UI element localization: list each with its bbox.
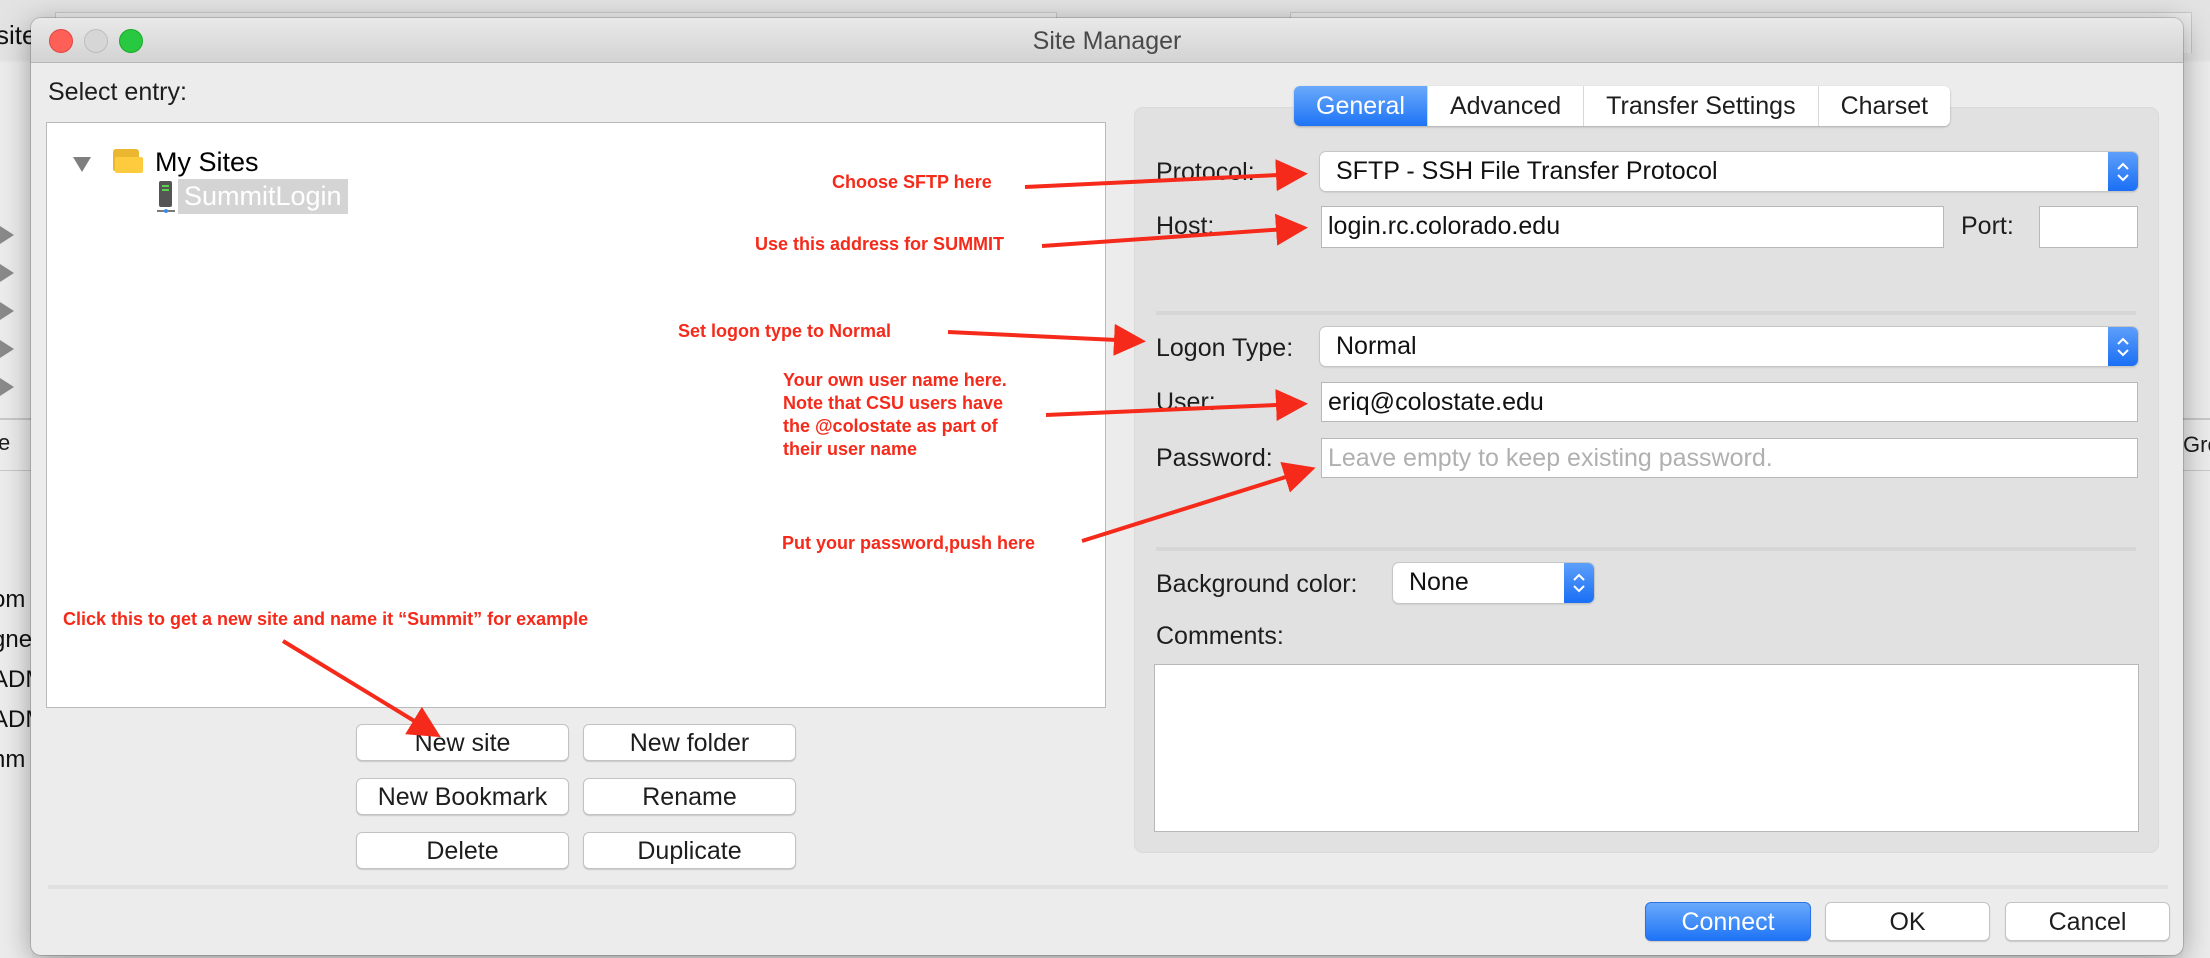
ok-button[interactable]: OK (1825, 902, 1990, 941)
delete-button[interactable]: Delete (356, 832, 569, 869)
password-input[interactable]: Leave empty to keep existing password. (1321, 438, 2138, 478)
settings-tabs: General Advanced Transfer Settings Chars… (1294, 86, 1951, 126)
section-divider (1156, 311, 2136, 315)
user-label: User: (1156, 388, 1216, 416)
host-input[interactable]: login.rc.colorado.edu (1321, 206, 1944, 248)
tree-item-summitlogin[interactable]: SummitLogin (178, 179, 348, 214)
annotation-logon-type: Set logon type to Normal (678, 321, 892, 341)
comments-label: Comments: (1156, 622, 1284, 650)
rename-button[interactable]: Rename (583, 778, 796, 815)
logon-type-select[interactable]: Normal (1320, 327, 2138, 366)
expand-arrow-icon[interactable] (0, 264, 14, 282)
tab-general[interactable]: General (1294, 86, 1428, 126)
annotation-user: Your own user name here. Note that CSU u… (783, 369, 1007, 461)
footer-divider (48, 885, 2168, 889)
user-input[interactable]: eriq@colostate.edu (1321, 382, 2138, 422)
host-label: Host: (1156, 212, 1215, 240)
background-left-column (0, 62, 32, 958)
annotation-user-line: Note that CSU users have (783, 393, 1004, 413)
background-column-header[interactable]: e (0, 418, 32, 471)
background-color-select[interactable]: None (1393, 563, 1594, 603)
window-title: Site Manager (1032, 27, 1182, 55)
background-color-label: Background color: (1156, 570, 1358, 598)
tab-charset[interactable]: Charset (1819, 86, 1951, 126)
port-input[interactable] (2039, 206, 2138, 248)
background-list-item: gne (0, 626, 32, 653)
tab-transfer-settings[interactable]: Transfer Settings (1584, 86, 1819, 126)
logon-type-label: Logon Type: (1156, 334, 1294, 362)
background-right-column (2183, 62, 2210, 958)
annotation-user-line: their user name (783, 439, 918, 459)
select-entry-label: Select entry: (48, 78, 187, 106)
title-bar[interactable]: Site Manager (31, 18, 2183, 63)
background-list-item: ADM (0, 706, 32, 733)
select-stepper-icon (2108, 327, 2138, 366)
section-divider (1156, 547, 2136, 551)
select-stepper-icon (2108, 152, 2138, 191)
annotation-user-line: the @colostate as part of (783, 416, 998, 436)
password-label: Password: (1156, 444, 1273, 472)
cancel-button[interactable]: Cancel (2005, 902, 2170, 941)
logon-type-value: Normal (1336, 332, 1417, 360)
new-folder-button[interactable]: New folder (583, 724, 796, 761)
expand-arrow-icon[interactable] (0, 226, 14, 244)
expand-arrow-icon[interactable] (0, 340, 14, 358)
tree-item-my-sites[interactable]: My Sites (155, 147, 259, 178)
annotation-protocol: Choose SFTP here (832, 172, 992, 192)
select-stepper-icon (1564, 563, 1594, 603)
background-list-item: nm (0, 746, 26, 773)
duplicate-button[interactable]: Duplicate (583, 832, 796, 869)
connect-button[interactable]: Connect (1645, 902, 1811, 941)
port-label: Port: (1961, 212, 2014, 240)
background-list-item: ADM (0, 666, 32, 693)
protocol-label: Protocol: (1156, 158, 1255, 186)
tab-advanced[interactable]: Advanced (1428, 86, 1585, 126)
background-column-header[interactable]: Gro (2183, 418, 2210, 471)
site-manager-dialog: Site Manager Select entry: My Sites Summ… (31, 18, 2183, 955)
annotation-new-site: Click this to get a new site and name it… (63, 609, 589, 629)
background-list-item: om (0, 586, 26, 613)
expand-arrow-icon[interactable] (0, 378, 14, 396)
folder-icon (113, 149, 143, 173)
annotation-password: Put your password,push here (782, 533, 1036, 553)
protocol-value: SFTP - SSH File Transfer Protocol (1336, 157, 1718, 185)
new-bookmark-button[interactable]: New Bookmark (356, 778, 569, 815)
expand-arrow-icon[interactable] (0, 302, 14, 320)
protocol-select[interactable]: SFTP - SSH File Transfer Protocol (1320, 152, 2138, 191)
server-icon (157, 181, 175, 215)
background-column-header-label: e (0, 430, 11, 455)
annotation-user-line: Your own user name here. (783, 370, 1007, 390)
comments-textarea[interactable] (1154, 664, 2139, 832)
disclosure-triangle-icon[interactable] (73, 157, 91, 172)
new-site-button[interactable]: New site (356, 724, 569, 761)
background-column-header-label: Gro (2183, 432, 2210, 457)
background-color-value: None (1409, 568, 1469, 596)
annotation-host: Use this address for SUMMIT (755, 234, 1005, 254)
